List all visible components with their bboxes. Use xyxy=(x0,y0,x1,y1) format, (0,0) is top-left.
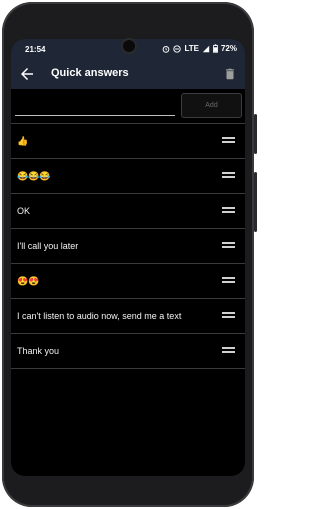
app-toolbar: Quick answers xyxy=(11,59,245,89)
alarm-icon xyxy=(163,45,170,53)
drag-handle-icon[interactable] xyxy=(222,172,235,180)
page-title: Quick answers xyxy=(51,67,129,79)
signal-icon xyxy=(202,45,210,52)
drag-handle-icon[interactable] xyxy=(222,347,235,355)
list-item[interactable]: OK xyxy=(11,193,245,228)
list-item[interactable]: I'll call you later xyxy=(11,228,245,263)
drag-handle-icon[interactable] xyxy=(222,207,235,215)
new-answer-row: Add xyxy=(11,89,245,124)
do-not-disturb-icon xyxy=(173,44,182,53)
delete-icon[interactable] xyxy=(223,66,237,82)
status-time: 21:54 xyxy=(25,45,46,54)
answers-list: 👍 😂😂😂 OK I'll call you later 😍😍 I can't … xyxy=(11,123,245,369)
back-arrow-icon[interactable] xyxy=(18,65,36,83)
list-item[interactable]: 😂😂😂 xyxy=(11,158,245,193)
answer-text: I'll call you later xyxy=(17,241,79,251)
network-type: LTE xyxy=(184,44,199,53)
battery-percent: 72% xyxy=(220,44,237,53)
answer-text: OK xyxy=(17,206,31,216)
front-camera xyxy=(123,40,135,52)
answer-text: 😂😂😂 xyxy=(17,171,51,181)
add-button[interactable]: Add xyxy=(181,93,242,118)
answer-text: I can't listen to audio now, send me a t… xyxy=(17,311,182,321)
list-item[interactable]: Thank you xyxy=(11,333,245,369)
answer-text: 👍 xyxy=(17,136,29,146)
drag-handle-icon[interactable] xyxy=(222,242,235,250)
battery-icon xyxy=(212,44,218,53)
list-item[interactable]: 😍😍 xyxy=(11,263,245,298)
list-item[interactable]: I can't listen to audio now, send me a t… xyxy=(11,298,245,333)
screen: 21:54 LTE 72% Quick answers Add 👍 😂😂😂 OK… xyxy=(11,39,245,476)
drag-handle-icon[interactable] xyxy=(222,137,235,145)
drag-handle-icon[interactable] xyxy=(222,312,235,320)
power-button xyxy=(254,114,257,154)
volume-button xyxy=(254,172,257,232)
new-answer-input[interactable] xyxy=(15,97,175,116)
answer-text: 😍😍 xyxy=(17,276,40,286)
answer-text: Thank you xyxy=(17,346,60,356)
list-item[interactable]: 👍 xyxy=(11,123,245,158)
status-icons: LTE 72% xyxy=(162,44,237,53)
drag-handle-icon[interactable] xyxy=(222,277,235,285)
